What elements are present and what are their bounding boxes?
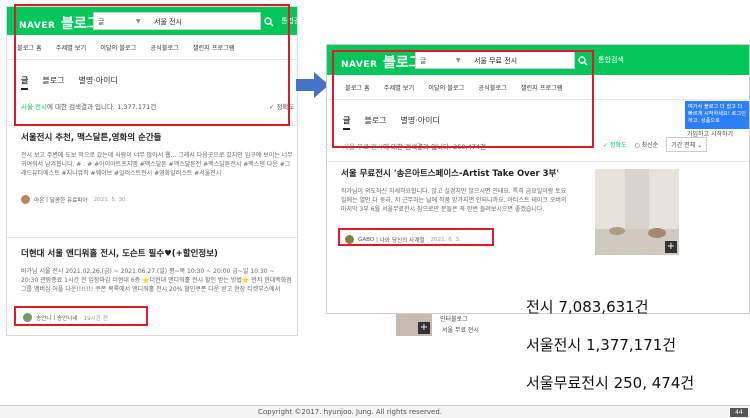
highlight-box-search (332, 50, 594, 148)
post-thumbnail[interactable]: + (595, 169, 679, 255)
post1-title[interactable]: 서울전시 추천, 맥스달튼,영화의 순간들 (21, 131, 161, 143)
period-select[interactable]: 기간 전체 ⌄ (666, 137, 708, 152)
post1-text: 전시 보고 주변에 도보 먹으로 갔는데 사람이 너무 많아서 웹... 그래서… (21, 152, 293, 177)
integrated-search-button[interactable]: 통합검색 (595, 51, 627, 69)
plus-icon: + (665, 241, 677, 253)
annotation-seoul-free: 서울무료전시 250, 474건 (526, 374, 695, 392)
plus-icon: + (418, 322, 430, 334)
post1-meta: 마온 | 달콤한 유료피아 2021. 5. 30. (21, 195, 127, 204)
sidebar-item[interactable]: 인터블로그 (440, 314, 468, 323)
copyright-text: Copyright ©2017. hyunjoo. Jung. All righ… (258, 408, 443, 416)
post-title[interactable]: 서울 무료전시 '송은아트스페이스-Artist Take Over 3부' (341, 167, 559, 179)
sort-accuracy[interactable]: ✓ 정확도 (603, 140, 627, 149)
arrow-right-icon (296, 72, 329, 98)
sort-controls: ✓ 정확도 ○ 최신순 기간 전체 ⌄ (603, 137, 715, 152)
avatar (21, 195, 30, 204)
promo-button[interactable]: 가입하고 시작하기 (687, 129, 733, 138)
highlight-box-date (338, 228, 494, 246)
sidebar-item[interactable]: 서울 무료 전시 (442, 325, 479, 334)
promo-banner[interactable]: 여기서 블로그 더 쉽고 더 빠르게 시작하세요! 로그인하고, 상품으로 (685, 101, 749, 129)
footer: Copyright ©2017. hyunjoo. Jung. All righ… (0, 405, 750, 418)
post-text: 작가님이 의도하신 자세히요합니다. 앉고 실경치만 앉으시면 인테요. 특히 … (341, 188, 567, 213)
highlight-box-search (14, 4, 290, 126)
post2-thumbnail[interactable]: + (396, 314, 432, 336)
post2-text: 비가님 서울 전시 2021.02.26.(금) ~ 2021.06.27.(일… (21, 268, 292, 293)
annotation-total: 전시 7,083,631건 (526, 298, 649, 316)
highlight-box-date (14, 306, 148, 326)
sort-latest[interactable]: ○ 최신순 (635, 140, 659, 149)
annotation-seoul: 서울전시 1,377,171건 (526, 336, 677, 354)
page-number: 44 (730, 408, 748, 417)
post2-title[interactable]: 더현대 서울 앤디워홀 전시, 도슨트 필수♥(+할인정보) (21, 247, 218, 259)
